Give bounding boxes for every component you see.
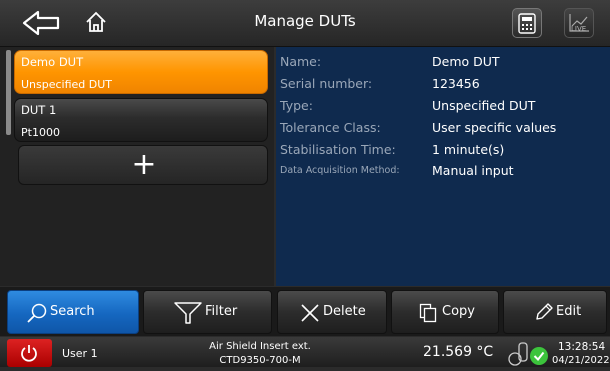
- delete-button[interactable]: Delete: [277, 290, 387, 334]
- clock-date: 04/21/2022: [552, 355, 610, 366]
- serial-label: Serial number:: [280, 76, 373, 91]
- search-button[interactable]: Search: [7, 290, 139, 334]
- type-value: Unspecified DUT: [432, 98, 536, 113]
- tolerance-label: Tolerance Class:: [280, 120, 381, 135]
- filter-icon: [174, 302, 202, 324]
- name-label: Name:: [280, 54, 322, 69]
- user-name[interactable]: User 1: [62, 347, 98, 360]
- thermometer-icon: [508, 342, 548, 366]
- device-line1: Air Shield Insert ext.: [209, 341, 311, 352]
- name-value: Demo DUT: [432, 54, 500, 69]
- status-bar: User 1 Air Shield Insert ext. CTD9350-70…: [0, 337, 610, 367]
- search-label: Search: [50, 304, 95, 319]
- calculator-icon: [518, 13, 536, 34]
- stabilisation-value: 1 minute(s): [432, 142, 505, 157]
- edit-label: Edit: [556, 304, 582, 319]
- pencil-icon: [536, 303, 553, 320]
- temperature-reading: 21.569 °C: [423, 344, 494, 360]
- header-bar: Manage DUTs LIVE: [0, 0, 610, 47]
- dut-list-panel: Demo DUT Unspecified DUT DUT 1 Pt1000 +: [0, 47, 274, 286]
- copy-icon: [419, 303, 437, 323]
- plus-icon: +: [131, 147, 157, 182]
- dut-item-name: DUT 1: [21, 103, 57, 117]
- edit-button[interactable]: Edit: [503, 290, 607, 334]
- type-label: Type:: [280, 98, 313, 113]
- list-scrollbar[interactable]: [6, 50, 11, 135]
- dut-item-type: Pt1000: [21, 126, 60, 139]
- search-icon: [27, 303, 47, 323]
- dut-item-type: Unspecified DUT: [21, 78, 113, 91]
- acquisition-value: Manual input: [432, 163, 514, 178]
- serial-value: 123456: [432, 76, 480, 91]
- acquisition-label: Data Acquisition Method:: [280, 165, 400, 176]
- dut-details-panel: Name: Demo DUT Serial number: 123456 Typ…: [276, 47, 610, 286]
- live-view-button[interactable]: LIVE: [564, 8, 594, 38]
- delete-label: Delete: [323, 304, 366, 319]
- tolerance-value: User specific values: [432, 120, 557, 135]
- clock-time: 13:28:54: [558, 341, 606, 353]
- device-line2: CTD9350-700-M: [219, 355, 301, 366]
- action-toolbar: Search Filter Delete Copy Edit: [0, 287, 610, 336]
- dut-list-item-dut1[interactable]: DUT 1 Pt1000: [14, 98, 268, 142]
- stabilisation-label: Stabilisation Time:: [280, 142, 396, 157]
- copy-label: Copy: [442, 304, 475, 319]
- power-icon: [21, 345, 37, 362]
- dut-list-item-demo[interactable]: Demo DUT Unspecified DUT: [14, 50, 268, 94]
- power-button[interactable]: [7, 339, 52, 367]
- live-label: LIVE: [571, 25, 587, 33]
- dut-item-name: Demo DUT: [21, 55, 84, 69]
- delete-icon: [301, 304, 319, 322]
- calculator-button[interactable]: [512, 8, 542, 38]
- filter-label: Filter: [205, 304, 238, 319]
- filter-button[interactable]: Filter: [143, 290, 272, 334]
- sensor-status[interactable]: [505, 339, 550, 367]
- add-dut-button[interactable]: +: [18, 145, 268, 185]
- copy-button[interactable]: Copy: [391, 290, 499, 334]
